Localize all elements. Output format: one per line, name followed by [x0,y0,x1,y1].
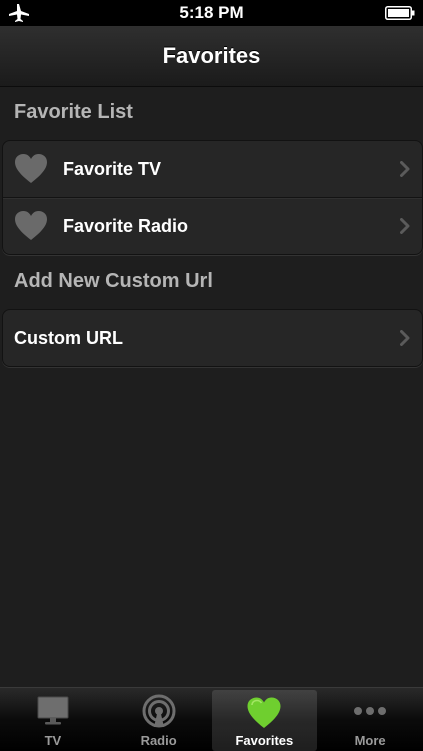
radio-icon [142,694,176,728]
tab-label: More [354,733,386,748]
battery-icon [385,6,415,20]
more-icon [354,707,387,715]
section-header-add-custom-url: Add New Custom Url [14,270,213,292]
tab-favorites[interactable]: Favorites [211,690,318,751]
tab-more[interactable]: More [317,688,423,751]
favorite-tv-row[interactable]: Favorite TV [3,141,422,197]
tv-icon [37,696,69,725]
tab-bar: TV Radio Favorites More [0,687,423,751]
status-bar: 5:18 PM [0,0,423,26]
favorite-radio-row[interactable]: Favorite Radio [3,197,422,254]
row-label: Favorite Radio [63,215,189,236]
tab-tv[interactable]: TV [0,688,106,751]
tab-label: Radio [140,733,177,748]
heart-icon [247,697,281,728]
page-title: Favorites [162,43,261,68]
tab-label: Favorites [235,733,294,748]
status-time: 5:18 PM [179,3,244,22]
custom-url-row[interactable]: Custom URL [3,310,422,366]
chevron-right-icon [400,330,410,346]
navigation-bar: Favorites [0,26,423,87]
chevron-right-icon [400,218,410,234]
favorite-list-group: Favorite TV Favorite Radio [2,140,423,255]
airplane-mode-icon [9,4,29,22]
heart-icon [15,211,47,240]
tab-label: TV [44,733,62,748]
custom-url-group: Custom URL [2,309,423,367]
chevron-right-icon [400,161,410,177]
section-header-favorite-list: Favorite List [14,101,133,123]
row-label: Custom URL [14,327,123,348]
tab-radio[interactable]: Radio [106,688,212,751]
heart-icon [15,154,47,183]
row-label: Favorite TV [63,158,162,179]
